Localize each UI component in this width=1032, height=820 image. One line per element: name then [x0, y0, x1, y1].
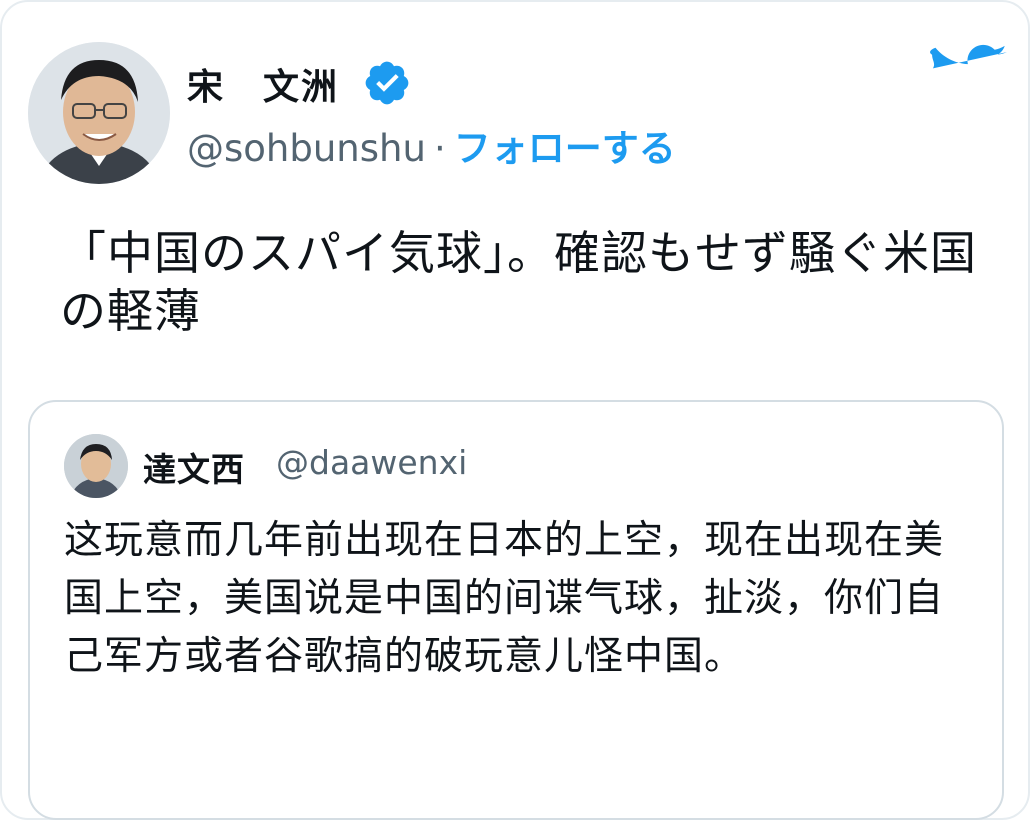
author-handle[interactable]: @sohbunshu — [187, 127, 426, 170]
author-name[interactable]: 宋 文洲 — [187, 58, 339, 110]
follow-button[interactable]: フォローする — [454, 127, 676, 170]
tweet-text: 「中国のスパイ気球」。確認もせず騒ぐ米国の軽薄 — [60, 226, 977, 338]
twitter-bird-icon[interactable] — [930, 44, 1008, 110]
separator-dot: · — [433, 127, 446, 170]
quoted-author-handle[interactable]: @daawenxi — [276, 443, 467, 482]
author-avatar[interactable] — [28, 42, 170, 184]
verified-badge-icon — [365, 61, 409, 105]
quoted-tweet-text: 这玩意而几年前出现在日本的上空，现在出现在美国上空，美国说是中国的间谍气球，扯淡… — [64, 518, 945, 679]
handle-row: @sohbunshu · フォローする — [187, 118, 676, 172]
quoted-author-avatar[interactable] — [64, 434, 128, 498]
quoted-author-name[interactable]: 達文西 — [143, 443, 245, 491]
